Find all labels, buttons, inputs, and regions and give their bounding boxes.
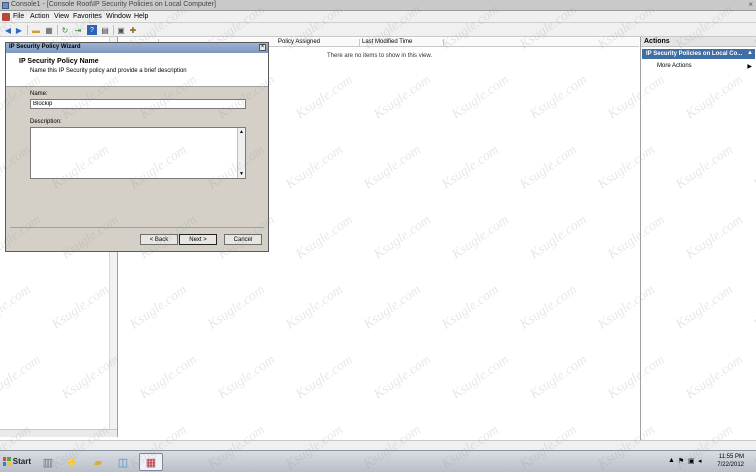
- network-icon[interactable]: ▣: [688, 457, 695, 465]
- next-button[interactable]: Next >: [179, 234, 217, 245]
- wizard-page-heading: IP Security Policy Name: [19, 58, 99, 65]
- app-icon: [2, 2, 9, 9]
- forward-arrow-icon[interactable]: ▶: [14, 25, 24, 35]
- add-icon[interactable]: ▣: [116, 25, 126, 35]
- system-tray: ▲ ⚑ ▣ ◂ 11:55 PM 7/22/2012: [664, 451, 756, 472]
- column-header-last-modified[interactable]: Last Modified Time: [360, 39, 444, 47]
- clock-date[interactable]: 7/22/2012: [717, 462, 744, 468]
- window-title: Console1 - [Console Root\IP Security Pol…: [11, 1, 216, 8]
- wizard-page-subheading: Name this IP Security policy and provide…: [30, 68, 187, 74]
- menu-window[interactable]: Window: [106, 13, 131, 20]
- tree-horizontal-scrollbar[interactable]: [0, 429, 117, 437]
- start-label: Start: [12, 457, 31, 466]
- back-arrow-icon[interactable]: ◀: [3, 25, 13, 35]
- dialog-title: IP Security Policy Wizard: [9, 44, 81, 50]
- menu-file[interactable]: File: [13, 13, 24, 20]
- actions-section-title: IP Security Policies on Local Co...: [646, 51, 743, 57]
- description-scrollbar[interactable]: ▲ ▼: [237, 128, 245, 178]
- dialog-titlebar: IP Security Policy Wizard ×: [6, 43, 268, 53]
- menu-help[interactable]: Help: [134, 13, 148, 20]
- console-menu-icon[interactable]: [2, 13, 10, 21]
- actions-title: Actions: [641, 37, 756, 47]
- properties-icon[interactable]: ▤: [100, 25, 110, 35]
- window-close-button[interactable]: ×: [748, 0, 753, 9]
- refresh-icon[interactable]: ↻: [60, 25, 70, 35]
- submenu-arrow-icon[interactable]: ▶: [747, 63, 752, 70]
- more-actions-item[interactable]: More Actions: [657, 63, 692, 69]
- toolbar-separator: [27, 25, 28, 35]
- clock-time[interactable]: 11:55 PM: [719, 454, 744, 460]
- windows-logo-icon: [3, 457, 11, 466]
- scroll-down-icon[interactable]: ▼: [239, 171, 244, 177]
- notepad-icon[interactable]: ◫: [113, 453, 133, 471]
- status-bar: [0, 440, 756, 450]
- cancel-button[interactable]: Cancel: [224, 234, 262, 245]
- volume-icon[interactable]: ◂: [698, 457, 702, 465]
- flag-icon[interactable]: ⚑: [678, 457, 684, 465]
- empty-list-message: There are no items to show in this view.: [327, 53, 433, 59]
- server-manager-icon[interactable]: ▥: [38, 453, 58, 471]
- menu-view[interactable]: View: [54, 13, 69, 20]
- console-tree-icon[interactable]: ▦: [44, 25, 54, 35]
- powershell-icon[interactable]: ⚡: [62, 453, 82, 471]
- menu-bar: File Action View Favorites Window Help: [0, 11, 756, 23]
- mmc-console-task-button[interactable]: ▦: [139, 453, 163, 471]
- folder-icon[interactable]: ▬: [31, 25, 41, 35]
- back-button[interactable]: < Back: [140, 234, 178, 245]
- assign-icon[interactable]: ✚: [128, 25, 138, 35]
- column-header-policy-assigned[interactable]: Policy Assigned: [276, 39, 360, 47]
- policy-name-input[interactable]: [30, 99, 246, 109]
- dialog-header: IP Security Policy Name Name this IP Sec…: [6, 53, 268, 87]
- actions-section-header[interactable]: IP Security Policies on Local Co... ▲: [642, 49, 755, 59]
- scroll-up-icon[interactable]: ▲: [239, 129, 244, 135]
- ip-security-policy-wizard: IP Security Policy Wizard × IP Security …: [5, 42, 269, 252]
- start-button[interactable]: Start: [1, 453, 31, 470]
- window-titlebar: Console1 - [Console Root\IP Security Pol…: [0, 0, 756, 11]
- toolbar: ◀ ▶ ▬ ▦ ↻ ⇥ ? ▤ ▣ ✚: [0, 23, 756, 37]
- menu-action[interactable]: Action: [30, 13, 49, 20]
- name-label: Name:: [30, 91, 48, 97]
- help-icon[interactable]: ?: [87, 25, 97, 35]
- description-label: Description:: [30, 119, 62, 125]
- collapse-up-icon[interactable]: ▲: [747, 50, 753, 56]
- policy-description-textarea[interactable]: ▲ ▼: [30, 127, 246, 179]
- export-icon[interactable]: ⇥: [73, 25, 83, 35]
- dialog-divider: [10, 227, 264, 228]
- explorer-folder-icon[interactable]: ▰: [88, 453, 108, 471]
- actions-pane: Actions IP Security Policies on Local Co…: [640, 37, 756, 440]
- tray-expand-icon[interactable]: ▲: [668, 457, 675, 464]
- close-icon[interactable]: ×: [259, 44, 266, 51]
- toolbar-separator: [57, 25, 58, 35]
- toolbar-separator: [113, 25, 114, 35]
- menu-favorites[interactable]: Favorites: [73, 13, 102, 20]
- taskbar: Start ▥ ⚡ ▰ ◫ ▦ ▲ ⚑ ▣ ◂ 11:55 PM 7/22/20…: [0, 450, 756, 472]
